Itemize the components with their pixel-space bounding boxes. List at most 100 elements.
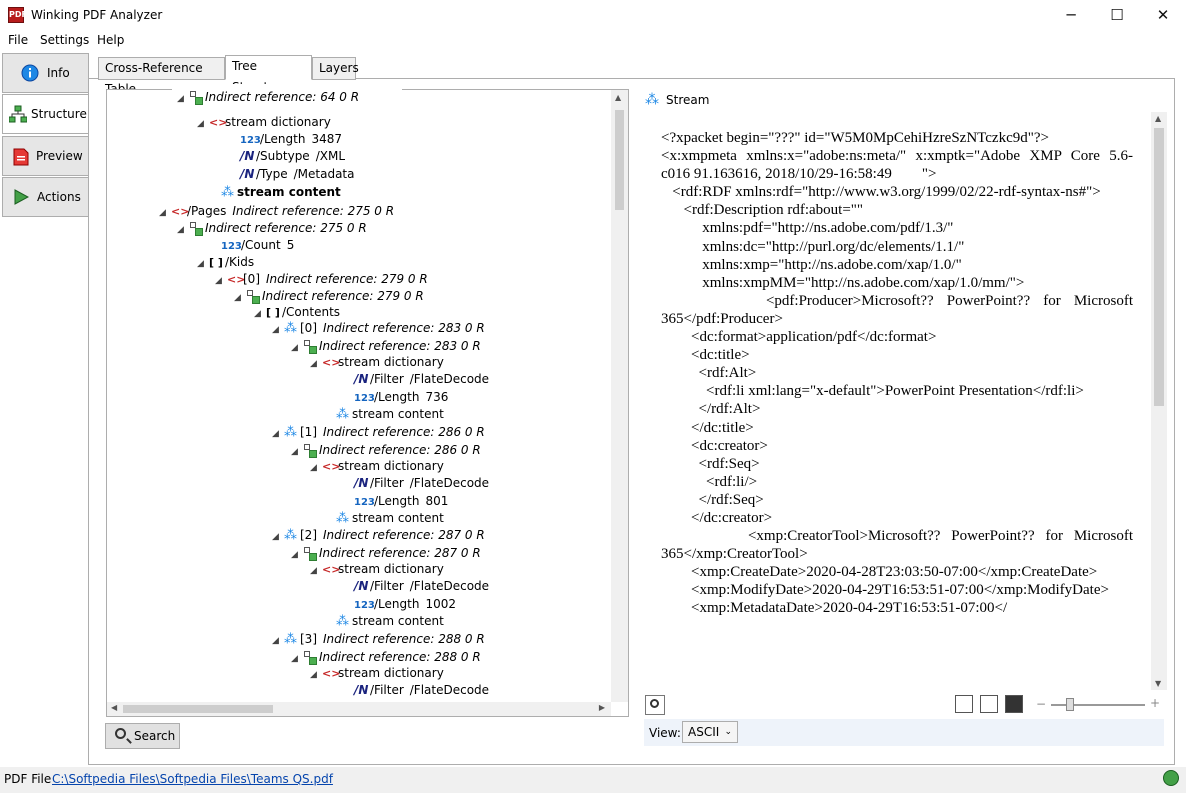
stream-line: </rdf:Seq> bbox=[661, 491, 764, 508]
expand-triangle-icon[interactable]: ◢ bbox=[234, 290, 246, 307]
menu-file[interactable]: File bbox=[8, 33, 28, 47]
tree-hscroll-thumb[interactable] bbox=[123, 705, 273, 713]
nav-info-label: Info bbox=[47, 66, 70, 80]
tree-row[interactable]: ◢ <>stream dictionary bbox=[310, 458, 444, 475]
expand-triangle-icon[interactable]: ◢ bbox=[159, 205, 171, 222]
maximize-button[interactable]: ☐ bbox=[1094, 0, 1140, 31]
stream-line: xmlns:xmp="http://ns.adobe.com/xap/1.0/" bbox=[661, 256, 962, 273]
tree-node-label: stream content bbox=[352, 511, 444, 525]
close-button[interactable]: ✕ bbox=[1140, 0, 1186, 31]
tree-row[interactable]: /N/Filter/FlateDecode bbox=[342, 682, 489, 699]
tree-row[interactable]: ◢ Indirect reference: 64 0 R bbox=[177, 90, 359, 108]
tree-row[interactable]: ◢ Indirect reference: 275 0 R bbox=[177, 220, 367, 237]
expand-triangle-icon[interactable]: ◢ bbox=[197, 116, 209, 133]
tree-row[interactable]: ◢ <>/Pages Indirect reference: 275 0 R bbox=[159, 203, 394, 220]
preview-icon bbox=[13, 148, 29, 166]
tree-row[interactable]: ◢[ ]/Kids bbox=[197, 254, 254, 271]
expand-triangle-icon[interactable]: ◢ bbox=[310, 460, 322, 477]
expand-triangle-icon[interactable]: ◢ bbox=[272, 426, 284, 443]
tree-node-label: /Filter bbox=[370, 579, 404, 593]
tree-row[interactable]: /N/Filter/FlateDecode bbox=[342, 371, 489, 388]
tree-row[interactable]: ◢ Indirect reference: 286 0 R bbox=[291, 442, 481, 459]
tree-row[interactable]: ⁂ stream content bbox=[324, 406, 444, 423]
zoom-out-icon[interactable]: − bbox=[1036, 697, 1046, 711]
expand-triangle-icon[interactable]: ◢ bbox=[215, 273, 227, 290]
tree-row[interactable]: ◢ <>[0] Indirect reference: 279 0 R bbox=[215, 271, 428, 288]
expand-triangle-icon[interactable]: ◢ bbox=[197, 256, 209, 273]
view-encoding-select[interactable]: ASCII ⌄ bbox=[682, 721, 738, 743]
tree-row[interactable]: ◢ Indirect reference: 287 0 R bbox=[291, 545, 481, 562]
tree-row[interactable]: 123/Length 1002 bbox=[342, 596, 456, 613]
tree-row[interactable]: ◢ <>stream dictionary bbox=[197, 114, 331, 131]
expand-triangle-icon[interactable]: ◢ bbox=[310, 667, 322, 684]
view-mode-text-icon[interactable] bbox=[955, 695, 973, 713]
expand-triangle-icon[interactable]: ◢ bbox=[291, 651, 303, 668]
tree-row[interactable]: ◢ Indirect reference: 288 0 R bbox=[291, 649, 481, 666]
tree-row[interactable]: ◢ ⁂ [0] Indirect reference: 283 0 R bbox=[272, 320, 485, 337]
tab-tree-structure[interactable]: Tree Structure bbox=[225, 55, 312, 94]
tree-row[interactable]: ⁂ stream content bbox=[324, 613, 444, 630]
tree-horizontal-scrollbar[interactable]: ◀ ▶ bbox=[107, 702, 611, 716]
expand-triangle-icon[interactable]: ◢ bbox=[254, 306, 266, 323]
stream-icon: ⁂ bbox=[284, 425, 297, 440]
tree-row[interactable]: ◢ <>stream dictionary bbox=[310, 561, 444, 578]
nav-preview-button[interactable]: Preview bbox=[2, 136, 89, 176]
status-pdf-file-path[interactable]: C:\Softpedia Files\Softpedia Files\Teams… bbox=[52, 772, 333, 786]
stream-content-text[interactable]: <?xpacket begin="???" id="W5M0MpCehiHzre… bbox=[661, 129, 1133, 691]
indirect-reference-icon bbox=[189, 91, 203, 105]
stream-vscroll-thumb[interactable] bbox=[1154, 128, 1164, 406]
expand-triangle-icon[interactable]: ◢ bbox=[291, 547, 303, 564]
nav-structure-button[interactable]: Structure bbox=[2, 94, 89, 134]
tree-row[interactable]: 123/Length 736 bbox=[342, 389, 448, 406]
expand-triangle-icon[interactable]: ◢ bbox=[310, 563, 322, 580]
tree-row[interactable]: ◢ ⁂ [2] Indirect reference: 287 0 R bbox=[272, 527, 485, 544]
expand-triangle-icon[interactable]: ◢ bbox=[272, 633, 284, 650]
tree-vscroll-thumb[interactable] bbox=[615, 110, 624, 210]
tab-layers[interactable]: Layers bbox=[312, 57, 359, 80]
tree-node-label: /Type bbox=[256, 167, 288, 181]
expand-triangle-icon[interactable]: ◢ bbox=[291, 340, 303, 357]
tree-row[interactable]: ◢[ ]/Contents bbox=[254, 304, 340, 321]
nav-actions-button[interactable]: Actions bbox=[2, 177, 89, 217]
expand-triangle-icon[interactable]: ◢ bbox=[291, 444, 303, 461]
tab-cross-reference-table[interactable]: Cross-Reference Table bbox=[98, 57, 225, 96]
minimize-button[interactable]: ─ bbox=[1048, 0, 1094, 31]
tree-node-label: /Filter bbox=[370, 476, 404, 490]
dictionary-icon: <> bbox=[209, 116, 228, 129]
name-icon: /N bbox=[240, 149, 255, 163]
search-button[interactable]: Search bbox=[105, 723, 180, 749]
tree-row[interactable]: ◢ ⁂ [3] Indirect reference: 288 0 R bbox=[272, 631, 485, 648]
menu-help[interactable]: Help bbox=[97, 33, 124, 47]
view-mode-split-icon[interactable] bbox=[980, 695, 998, 713]
expand-triangle-icon[interactable]: ◢ bbox=[272, 322, 284, 339]
find-button[interactable] bbox=[645, 695, 665, 715]
tree-view[interactable]: ◢ Indirect reference: 64 0 R ◢ <>stream dic… bbox=[106, 89, 629, 717]
tree-row[interactable]: ◢ <>stream dictionary bbox=[310, 665, 444, 682]
tree-row[interactable]: ⁂ stream content bbox=[324, 510, 444, 527]
tree-row[interactable]: ◢ ⁂ [1] Indirect reference: 286 0 R bbox=[272, 424, 485, 441]
stream-line: <rdf:li/> bbox=[661, 473, 758, 490]
tree-vertical-scrollbar[interactable]: ▲ bbox=[611, 90, 628, 702]
nav-info-button[interactable]: Info bbox=[2, 53, 89, 93]
expand-triangle-icon[interactable]: ◢ bbox=[272, 529, 284, 546]
tree-node-label: stream content bbox=[352, 614, 444, 628]
menu-settings[interactable]: Settings bbox=[40, 33, 89, 47]
tree-row[interactable]: /N/Filter/FlateDecode bbox=[342, 578, 489, 595]
tree-row[interactable]: /N/Subtype/XML bbox=[228, 148, 345, 165]
expand-triangle-icon[interactable]: ◢ bbox=[177, 222, 189, 239]
expand-triangle-icon[interactable]: ◢ bbox=[177, 91, 189, 108]
tree-row[interactable]: 123/Length 801 bbox=[342, 493, 448, 510]
tree-row[interactable]: /N/Filter/FlateDecode bbox=[342, 475, 489, 492]
view-mode-hex-icon[interactable] bbox=[1005, 695, 1023, 713]
tree-row[interactable]: 123/Count 5 bbox=[209, 237, 294, 254]
zoom-slider-thumb[interactable] bbox=[1066, 698, 1074, 711]
zoom-in-icon[interactable]: + bbox=[1150, 696, 1160, 710]
tree-row[interactable]: ⁂ stream content bbox=[209, 184, 341, 201]
tree-row[interactable]: ◢ <>stream dictionary bbox=[310, 354, 444, 371]
tree-row[interactable]: ◢ Indirect reference: 279 0 R bbox=[234, 288, 424, 305]
tree-row[interactable]: 123/Length 3487 bbox=[228, 131, 342, 148]
tree-row[interactable]: /N/Type/Metadata bbox=[228, 166, 354, 183]
expand-triangle-icon[interactable]: ◢ bbox=[310, 356, 322, 373]
tree-row[interactable]: ◢ Indirect reference: 283 0 R bbox=[291, 338, 481, 355]
tree-node-label: /Length bbox=[374, 494, 420, 508]
